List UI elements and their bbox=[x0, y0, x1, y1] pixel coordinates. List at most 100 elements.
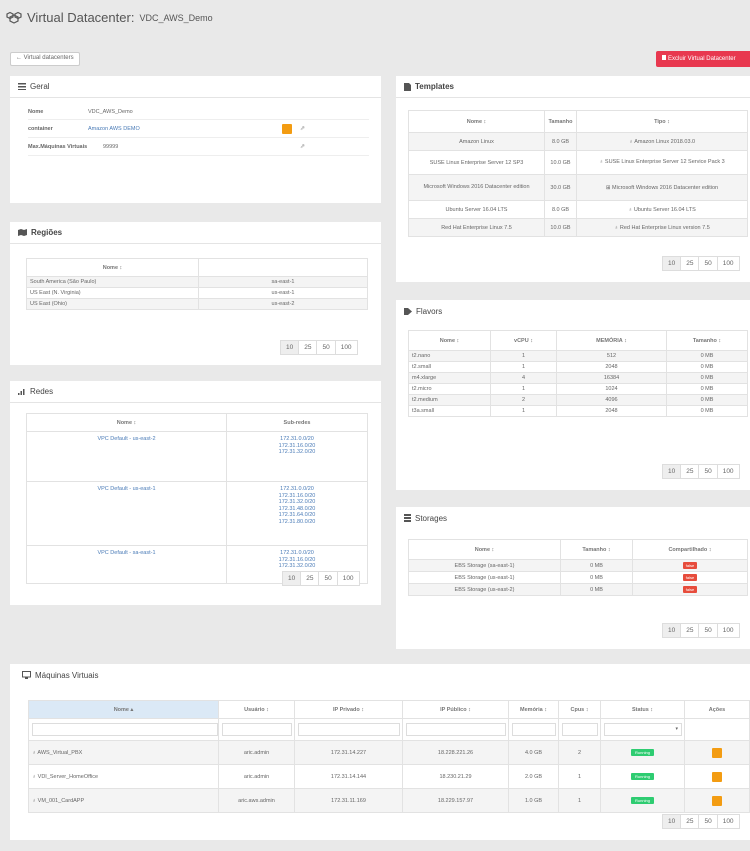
delete-vdc-button[interactable]: Excluir Virtual Datacenter bbox=[656, 51, 750, 67]
filter-status-select[interactable]: ▾ bbox=[604, 723, 682, 736]
status-badge: Running bbox=[631, 773, 654, 780]
table-row: EBS Storage (us-east-1) 0 MB false bbox=[408, 571, 748, 584]
templates-pagination: 10 25 50 100 bbox=[662, 256, 740, 271]
th-nome[interactable]: Nome ↕ bbox=[408, 539, 561, 560]
page-size-100[interactable]: 100 bbox=[334, 341, 357, 354]
th-nome[interactable]: Nome ▴ bbox=[28, 700, 219, 719]
th-tamanho[interactable]: Tamanho ↕ bbox=[666, 330, 748, 351]
page-size-100[interactable]: 100 bbox=[716, 624, 739, 637]
th-ip-privado[interactable]: IP Privado ↕ bbox=[294, 700, 403, 719]
th-memoria[interactable]: MEMÓRIA ↕ bbox=[556, 330, 667, 351]
th-nome[interactable]: Nome ↕ bbox=[408, 330, 491, 351]
table-row: t2.nano 1 512 0 MB bbox=[408, 350, 748, 362]
regioes-table: Nome ↕ South America (São Paulo) sa-east-… bbox=[26, 258, 368, 310]
page-title: Virtual Datacenter: VDC_AWS_Demo bbox=[6, 10, 213, 25]
th-ip-publico[interactable]: IP Público ↕ bbox=[402, 700, 509, 719]
page-size-10[interactable]: 10 bbox=[281, 341, 299, 354]
th-cpus[interactable]: Cpus ↕ bbox=[558, 700, 601, 719]
table-row: Ubuntu Server 16.04 LTS 8.0 GB ♁ Ubuntu Se… bbox=[408, 200, 748, 219]
edit-max-vms-icon[interactable]: ⇗ bbox=[300, 143, 305, 150]
page-size-50[interactable]: 50 bbox=[698, 257, 716, 270]
page-size-25[interactable]: 25 bbox=[298, 341, 316, 354]
storages-pagination: 10 25 50 100 bbox=[662, 623, 740, 638]
vm-actions-button[interactable] bbox=[712, 747, 722, 758]
page-size-50[interactable]: 50 bbox=[698, 465, 716, 478]
page-size-50[interactable]: 50 bbox=[698, 815, 716, 828]
th-usuario[interactable]: Usuário ↕ bbox=[218, 700, 295, 719]
trash-icon bbox=[662, 55, 666, 60]
filter-memoria-input[interactable] bbox=[512, 723, 556, 736]
signal-icon bbox=[18, 389, 25, 395]
table-row: m4.xlarge 4 16384 0 MB bbox=[408, 372, 748, 384]
table-row: Microsoft Windows 2016 Datacenter editio… bbox=[408, 174, 748, 201]
page-size-10[interactable]: 10 bbox=[663, 815, 681, 828]
th-status[interactable]: Status ↕ bbox=[600, 700, 685, 719]
page-size-25[interactable]: 25 bbox=[680, 624, 698, 637]
page-size-100[interactable]: 100 bbox=[336, 572, 359, 585]
page-size-50[interactable]: 50 bbox=[318, 572, 336, 585]
table-row: EBS Storage (sa-east-1) 0 MB false bbox=[408, 559, 748, 572]
redes-panel: Redes Nome ↕ Sub-redes VPC Default - us-e… bbox=[10, 381, 381, 605]
table-row: t2.medium 2 4096 0 MB bbox=[408, 394, 748, 406]
filter-usuario-input[interactable] bbox=[222, 723, 292, 736]
map-icon bbox=[18, 229, 27, 236]
page-size-25[interactable]: 25 bbox=[680, 257, 698, 270]
vms-pagination: 10 25 50 100 bbox=[662, 814, 740, 829]
page-size-100[interactable]: 100 bbox=[716, 815, 739, 828]
regioes-pagination: 10 25 50 100 bbox=[280, 340, 358, 355]
page-size-10[interactable]: 10 bbox=[663, 257, 681, 270]
th-tamanho[interactable]: Tamanho ↕ bbox=[560, 539, 633, 560]
table-row: EBS Storage (us-east-2) 0 MB false bbox=[408, 583, 748, 596]
container-link[interactable]: Amazon AWS DEMO bbox=[88, 126, 282, 132]
templates-panel: Templates Nome ↕ Tamanho Tipo ↕ Amazon Lin… bbox=[396, 76, 750, 282]
table-row: VPC Default - us-east-2 172.31.0.0/20 172… bbox=[26, 431, 368, 482]
page-size-10[interactable]: 10 bbox=[283, 572, 301, 585]
page-size-10[interactable]: 10 bbox=[663, 465, 681, 478]
page-size-25[interactable]: 25 bbox=[680, 465, 698, 478]
table-row: US East (Ohio) us-east-2 bbox=[26, 298, 368, 310]
th-tipo[interactable]: Tipo ↕ bbox=[576, 110, 748, 133]
th-memoria[interactable]: Memória ↕ bbox=[508, 700, 559, 719]
vms-table: Nome ▴ Usuário ↕ IP Privado ↕ IP Público… bbox=[28, 700, 750, 813]
status-badge: Running bbox=[631, 749, 654, 756]
page-size-25[interactable]: 25 bbox=[680, 815, 698, 828]
table-row: Amazon Linux 8.0 GB ♁ Amazon Linux 2018.03… bbox=[408, 132, 748, 151]
table-row: US East (N. Virginia) us-east-1 bbox=[26, 287, 368, 299]
chevron-down-icon: ▾ bbox=[675, 726, 678, 732]
table-row: Red Hat Enterprise Linux 7.5 10.0 GB ♁ Red… bbox=[408, 218, 748, 237]
page-size-100[interactable]: 100 bbox=[716, 465, 739, 478]
storages-panel: Storages Nome ↕ Tamanho ↕ Compartilhado ↕ … bbox=[396, 507, 750, 649]
filter-nome-input[interactable] bbox=[32, 723, 218, 736]
flavors-table: Nome ↕ vCPU ↕ MEMÓRIA ↕ Tamanho ↕ t2.nano 1 5… bbox=[408, 330, 748, 417]
page-size-10[interactable]: 10 bbox=[663, 624, 681, 637]
vm-actions-button[interactable] bbox=[712, 771, 722, 782]
th-nome[interactable]: Nome ↕ bbox=[408, 110, 545, 133]
filter-cpus-input[interactable] bbox=[562, 723, 598, 736]
table-row: t3a.small 1 2048 0 MB bbox=[408, 405, 748, 417]
page-size-100[interactable]: 100 bbox=[716, 257, 739, 270]
th-nome[interactable]: Nome ↕ bbox=[26, 258, 199, 277]
filter-ip-publico-input[interactable] bbox=[406, 723, 506, 736]
page-size-50[interactable]: 50 bbox=[698, 624, 716, 637]
nome-label: Nome bbox=[28, 108, 44, 115]
container-label: container bbox=[28, 125, 53, 132]
nome-value: VDC_AWS_Demo bbox=[88, 108, 133, 115]
templates-table: Nome ↕ Tamanho Tipo ↕ Amazon Linux 8.0 GB ♁ … bbox=[408, 110, 748, 237]
max-vms-value: 99999 bbox=[103, 143, 119, 150]
table-row: t2.small 1 2048 0 MB bbox=[408, 361, 748, 373]
edit-container-button[interactable] bbox=[282, 123, 292, 134]
table-row: South America (São Paulo) sa-east-1 bbox=[26, 276, 368, 288]
page-size-50[interactable]: 50 bbox=[316, 341, 334, 354]
th-nome[interactable]: Nome ↕ bbox=[26, 413, 227, 432]
filter-ip-privado-input[interactable] bbox=[298, 723, 400, 736]
file-icon bbox=[404, 82, 411, 91]
geral-panel: Geral Nome VDC_AWS_Demo container Amazon… bbox=[10, 76, 381, 203]
th-tamanho[interactable]: Tamanho bbox=[544, 110, 577, 133]
th-vcpu[interactable]: vCPU ↕ bbox=[490, 330, 557, 351]
page-size-25[interactable]: 25 bbox=[300, 572, 318, 585]
vm-actions-button[interactable] bbox=[712, 795, 722, 806]
flavors-panel: Flavors Nome ↕ vCPU ↕ MEMÓRIA ↕ Tamanho ↕ t… bbox=[396, 300, 750, 490]
th-compartilhado[interactable]: Compartilhado ↕ bbox=[632, 539, 748, 560]
external-link-icon[interactable]: ⇗ bbox=[300, 125, 305, 132]
back-button[interactable]: ← Virtual datacenters bbox=[10, 52, 80, 66]
